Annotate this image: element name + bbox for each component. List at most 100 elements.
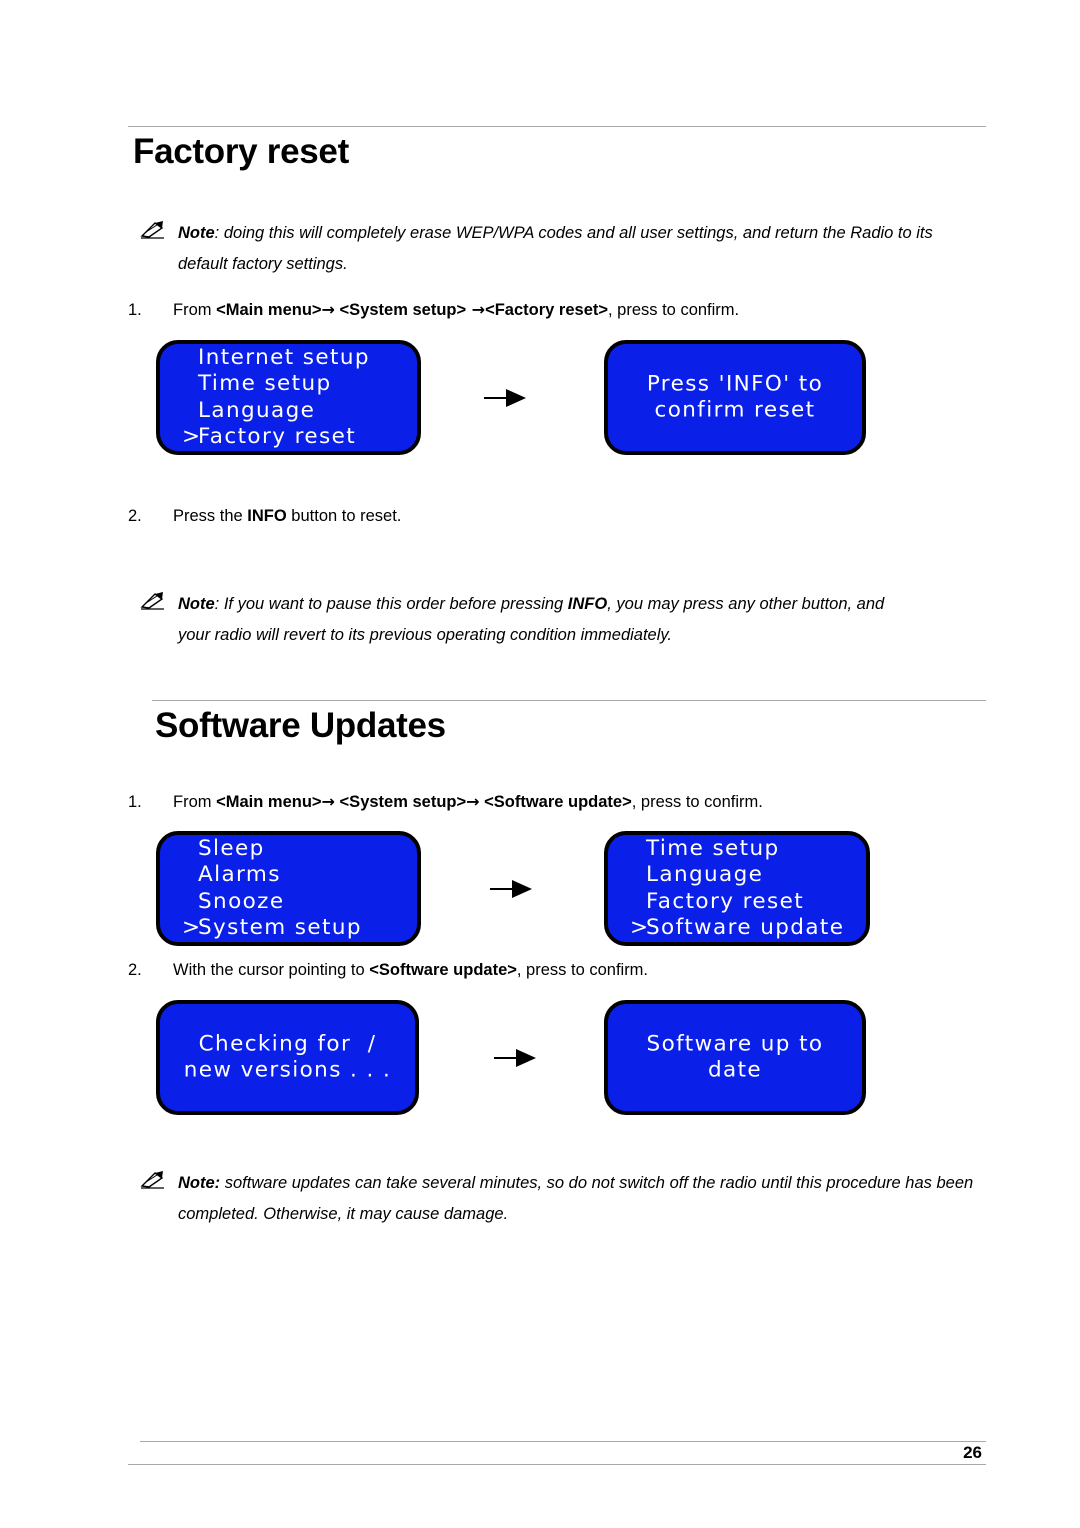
lcd-content: Sleep Alarms Snooze >System setup bbox=[160, 836, 417, 942]
lcd-content: Software up to date bbox=[608, 1031, 862, 1084]
step-text: With the cursor pointing to <Software up… bbox=[173, 959, 648, 981]
lcd-line: Internet setup bbox=[182, 345, 407, 372]
lcd-confirm-reset-message: Press 'INFO' to confirm reset bbox=[604, 340, 866, 455]
lcd-line: Sleep bbox=[182, 836, 407, 863]
lcd-line-text: Time setup bbox=[198, 371, 332, 396]
note-factory-reset-pause: Note: If you want to pause this order be… bbox=[140, 589, 920, 651]
factory-reset-section-heading: Factory reset bbox=[128, 126, 986, 171]
step-suffix: , press to confirm. bbox=[631, 793, 763, 811]
lcd-line: Language bbox=[182, 398, 407, 425]
info-button-label: INFO bbox=[247, 507, 287, 525]
footer-rule-bottom bbox=[128, 1464, 986, 1465]
lcd-main-menu: Sleep Alarms Snooze >System setup bbox=[156, 831, 421, 946]
right-arrow-icon: → bbox=[466, 300, 486, 319]
note-pen-icon bbox=[140, 1170, 166, 1190]
flow-arrow-icon bbox=[490, 1043, 544, 1073]
lcd-line: Time setup bbox=[182, 371, 407, 398]
lcd-line: Software up to bbox=[646, 1031, 824, 1056]
lcd-content: Checking for / new versions . . . bbox=[160, 1031, 415, 1084]
menu-path-factory-reset: <Factory reset> bbox=[485, 301, 608, 319]
lcd-line-selected: >Factory reset bbox=[182, 424, 407, 451]
step-number: 1. bbox=[128, 301, 142, 319]
menu-path-software-update: <Software update> bbox=[484, 793, 632, 811]
note-text: Note: If you want to pause this order be… bbox=[178, 589, 920, 651]
info-button-label: INFO bbox=[567, 595, 608, 613]
right-arrow-icon: → bbox=[321, 792, 335, 811]
step-software-update-2: 2. With the cursor pointing to <Software… bbox=[128, 959, 648, 981]
menu-path-main-menu: <Main menu> bbox=[216, 301, 322, 319]
note-content: software updates can take several minute… bbox=[178, 1174, 974, 1223]
menu-path-system-setup: <System setup> bbox=[339, 793, 467, 811]
lcd-line-text: Language bbox=[646, 862, 764, 887]
note-factory-reset-erase: Note: doing this will completely erase W… bbox=[140, 218, 940, 280]
step-software-update-1: 1. From <Main menu>→ <System setup>→ <So… bbox=[128, 791, 763, 813]
lcd-line: Checking for / bbox=[198, 1031, 377, 1056]
lcd-software-up-to-date: Software up to date bbox=[604, 1000, 866, 1115]
step-suffix: , press to confirm. bbox=[608, 301, 740, 319]
lcd-line-text: Time setup bbox=[646, 835, 780, 861]
right-arrow-icon: → bbox=[321, 300, 335, 319]
lcd-line-text: Language bbox=[198, 397, 316, 423]
note-content: doing this will completely erase WEP/WPA… bbox=[178, 224, 933, 273]
lcd-system-setup-menu-software: Time setup Language Factory reset >Softw… bbox=[604, 831, 870, 946]
step-factory-reset-2: 2. Press the INFO button to reset. bbox=[128, 505, 401, 527]
step-suffix: button to reset. bbox=[286, 507, 402, 525]
software-updates-section-heading: Software Updates bbox=[128, 700, 986, 745]
lcd-line-text: System setup bbox=[198, 915, 362, 940]
note-software-update-duration: Note: software updates can take several … bbox=[140, 1168, 980, 1230]
lcd-line: new versions . . . bbox=[183, 1057, 392, 1083]
note-pen-icon bbox=[140, 591, 166, 611]
lcd-system-setup-menu: Internet setup Time setup Language >Fact… bbox=[156, 340, 421, 455]
flow-arrow-icon bbox=[486, 874, 540, 904]
lcd-content: Time setup Language Factory reset >Softw… bbox=[608, 836, 866, 942]
menu-path-system-setup: <System setup> bbox=[339, 301, 467, 319]
step-prefix: Press the bbox=[173, 507, 248, 525]
step-prefix: With the cursor pointing to bbox=[173, 961, 370, 979]
step-number: 2. bbox=[128, 961, 142, 979]
menu-path-main-menu: <Main menu> bbox=[216, 793, 322, 811]
note-text: Note: software updates can take several … bbox=[178, 1168, 980, 1230]
step-text: From <Main menu>→ <System setup> →<Facto… bbox=[173, 299, 739, 321]
lcd-line-text: Software update bbox=[646, 915, 845, 940]
lcd-line-selected: >System setup bbox=[182, 915, 407, 942]
lcd-line: Language bbox=[630, 862, 856, 889]
lcd-line: confirm reset bbox=[654, 397, 816, 423]
right-arrow-icon: → bbox=[466, 792, 480, 811]
step-number: 1. bbox=[128, 793, 142, 811]
lcd-line: date bbox=[707, 1057, 763, 1083]
flow-arrow-icon bbox=[480, 383, 534, 413]
lcd-cursor-icon: > bbox=[182, 915, 202, 940]
page-footer: 26 bbox=[128, 1441, 986, 1465]
step-prefix: From bbox=[173, 793, 217, 811]
lcd-line: Time setup bbox=[630, 836, 856, 863]
note-pen-icon bbox=[140, 220, 166, 240]
step-text: From <Main menu>→ <System setup>→ <Softw… bbox=[173, 791, 763, 813]
page-title-software-updates: Software Updates bbox=[155, 706, 446, 745]
step-text: Press the INFO button to reset. bbox=[173, 505, 401, 527]
lcd-line: Factory reset bbox=[630, 889, 856, 916]
note-label: Note: bbox=[178, 1174, 221, 1192]
page-number: 26 bbox=[963, 1443, 982, 1462]
step-prefix: From bbox=[173, 301, 217, 319]
lcd-line-text: Sleep bbox=[198, 835, 265, 861]
lcd-checking-for-updates: Checking for / new versions . . . bbox=[156, 1000, 419, 1115]
note-content-before: If you want to pause this order before p… bbox=[219, 595, 568, 613]
lcd-content: Press 'INFO' to confirm reset bbox=[608, 371, 862, 424]
lcd-line-text: Factory reset bbox=[646, 888, 805, 914]
lcd-line-text: Factory reset bbox=[198, 424, 357, 449]
heading-rule bbox=[152, 700, 986, 701]
step-factory-reset-1: 1. From <Main menu>→ <System setup> →<Fa… bbox=[128, 299, 739, 321]
lcd-content: Internet setup Time setup Language >Fact… bbox=[160, 345, 417, 451]
note-text: Note: doing this will completely erase W… bbox=[178, 218, 940, 280]
note-label: Note bbox=[178, 595, 215, 613]
heading-rule bbox=[128, 126, 986, 127]
lcd-line-text: Alarms bbox=[198, 862, 281, 887]
lcd-line: Snooze bbox=[182, 889, 407, 916]
lcd-cursor-icon: > bbox=[630, 915, 650, 940]
page-title-factory-reset: Factory reset bbox=[133, 132, 349, 171]
lcd-line: Alarms bbox=[182, 862, 407, 889]
lcd-line-text: Snooze bbox=[198, 888, 285, 914]
lcd-line-selected: >Software update bbox=[630, 915, 856, 942]
step-suffix: , press to confirm. bbox=[516, 961, 649, 979]
step-number: 2. bbox=[128, 507, 142, 525]
